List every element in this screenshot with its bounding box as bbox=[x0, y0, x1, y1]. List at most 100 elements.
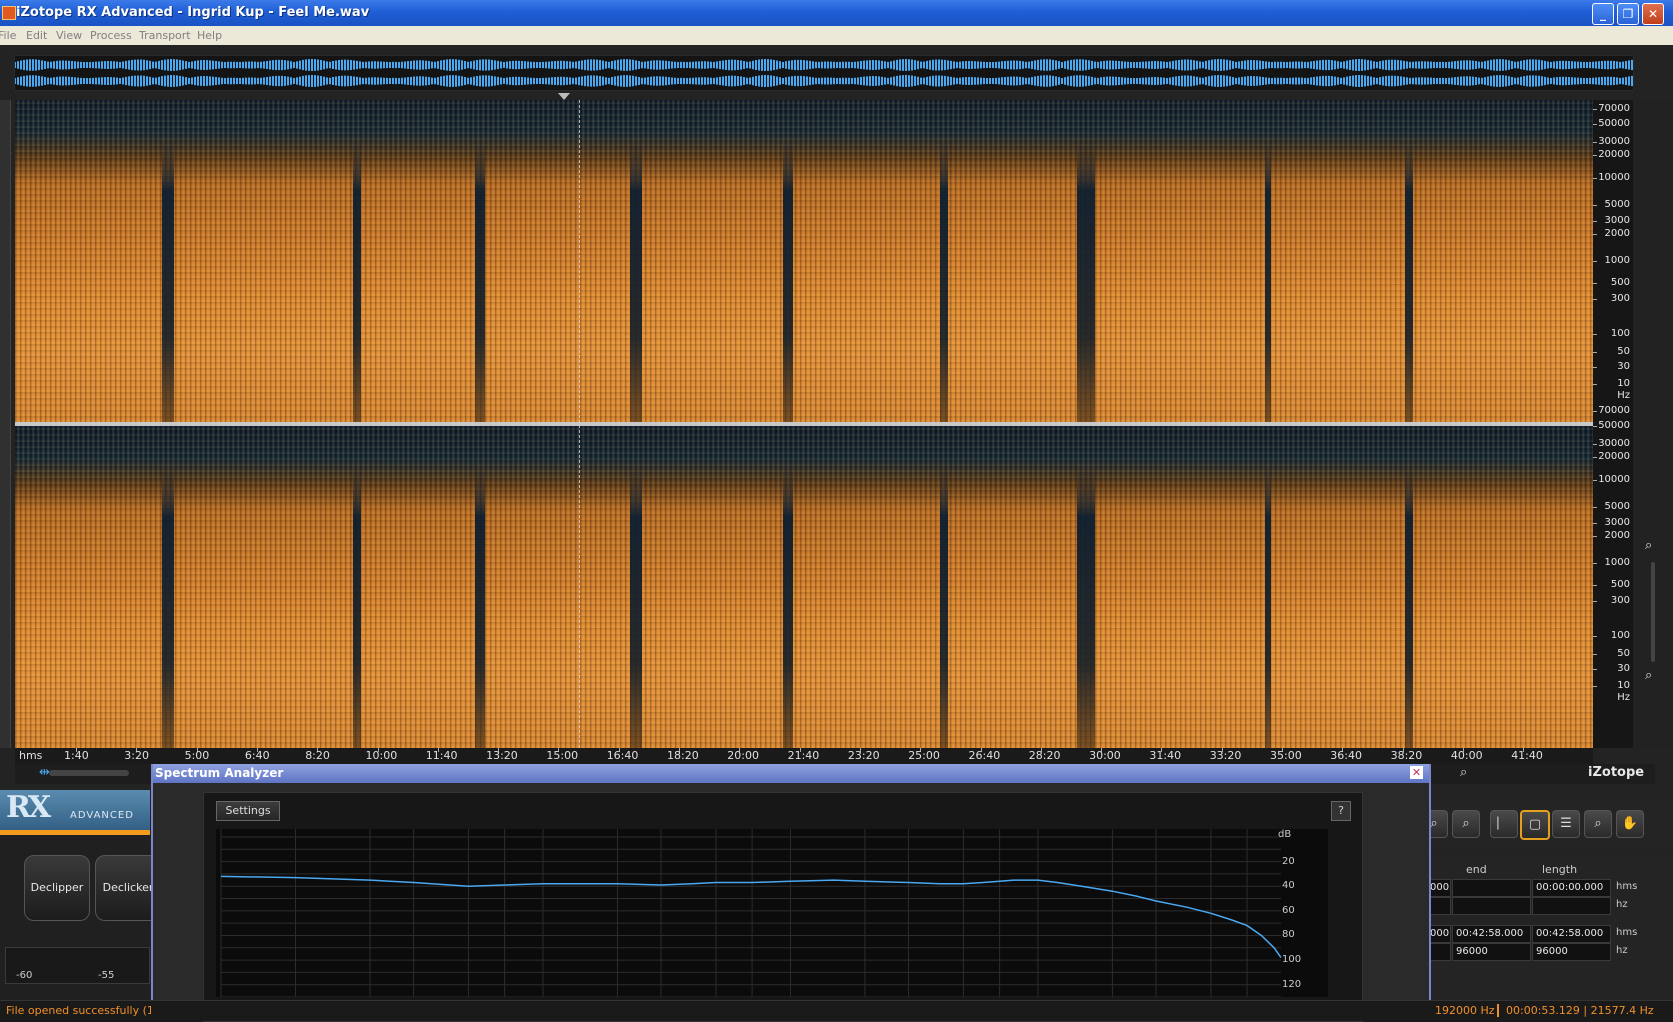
spectrum-line bbox=[220, 875, 1282, 959]
length-field[interactable] bbox=[1532, 897, 1611, 915]
y-tick-label: 60 bbox=[1282, 904, 1295, 916]
freq-tick bbox=[1593, 444, 1597, 445]
zoom-out-icon[interactable]: ⌕ bbox=[1645, 668, 1652, 683]
time-tick-label: 35:00 bbox=[1270, 749, 1302, 762]
freq-tick bbox=[1593, 367, 1597, 368]
zoom-selection-icon[interactable]: ⌕ bbox=[1452, 810, 1480, 838]
freq-tick-label: 10 bbox=[1617, 680, 1630, 691]
freq-tick bbox=[1593, 480, 1597, 481]
spectrogram-gap bbox=[353, 466, 361, 748]
menu-help[interactable]: Help bbox=[197, 29, 222, 42]
spectrogram-gap bbox=[940, 140, 948, 422]
time-tick-label: 36:40 bbox=[1330, 749, 1362, 762]
freq-select-icon[interactable]: ☰ bbox=[1552, 810, 1580, 838]
freq-tick-label: 100 bbox=[1610, 630, 1630, 641]
freq-tick bbox=[1593, 669, 1597, 670]
playhead-line[interactable] bbox=[579, 100, 580, 748]
end-field[interactable] bbox=[1452, 879, 1531, 897]
time-tick-label: 13:20 bbox=[486, 749, 518, 762]
time-tick-label: 31:40 bbox=[1149, 749, 1182, 762]
minimize-button[interactable]: _ bbox=[1592, 3, 1614, 25]
title-bar: iZotope RX Advanced - Ingrid Kup - Feel … bbox=[0, 0, 1673, 26]
end-header: end bbox=[1466, 863, 1487, 876]
analyzer-close-icon[interactable]: ✕ bbox=[1410, 766, 1423, 779]
time-tick-label: 41:40 bbox=[1511, 749, 1543, 762]
freq-tick bbox=[1593, 601, 1597, 602]
menu-edit[interactable]: Edit bbox=[26, 29, 47, 42]
length-field[interactable]: 00:00:00.000 bbox=[1532, 879, 1611, 897]
spectrum-analyzer-window: Spectrum Analyzer ✕ Settings ? dB 20 40 60 8… bbox=[151, 764, 1431, 1022]
channel-right[interactable] bbox=[15, 426, 1593, 748]
rx-edition: ADVANCED bbox=[70, 810, 134, 821]
freq-tick-label: 2000 bbox=[1604, 530, 1630, 541]
menu-process[interactable]: Process bbox=[90, 29, 132, 42]
time-tick-label: 25:00 bbox=[908, 749, 940, 762]
waveform-overview[interactable] bbox=[14, 55, 1634, 91]
unit-label: hms bbox=[1616, 881, 1638, 892]
freq-tick bbox=[1593, 261, 1597, 262]
freq-tick bbox=[1593, 299, 1597, 300]
spectrogram-gap bbox=[475, 466, 485, 748]
length-field[interactable]: 00:42:58.000 bbox=[1532, 925, 1611, 943]
time-select-icon[interactable]: ⎸ bbox=[1490, 810, 1518, 838]
time-tick-label: 28:20 bbox=[1028, 749, 1061, 762]
vertical-zoom-slider[interactable] bbox=[1651, 562, 1655, 662]
end-field[interactable]: 00:42:58.000 bbox=[1452, 925, 1531, 943]
freq-tick bbox=[1593, 457, 1597, 458]
time-tick-label: 16:40 bbox=[606, 749, 639, 762]
time-tick-label: 10:00 bbox=[365, 749, 398, 762]
menu-bar: File Edit View Process Transport Help bbox=[0, 26, 1673, 45]
spectrogram-gap bbox=[1077, 466, 1095, 748]
time-tick-label: 33:20 bbox=[1209, 749, 1242, 762]
end-field[interactable]: 96000 bbox=[1452, 943, 1531, 961]
zoom-search-icon[interactable]: ⌕ bbox=[1460, 765, 1467, 780]
y-tick-label: 80 bbox=[1282, 929, 1295, 941]
freq-tick bbox=[1593, 686, 1597, 687]
unit-label: hz bbox=[1616, 899, 1628, 910]
time-tick-label: 20:00 bbox=[727, 749, 759, 762]
spectrum-chart bbox=[220, 829, 1282, 998]
analyzer-title: Spectrum Analyzer bbox=[155, 766, 284, 780]
freq-unit-label: Hz bbox=[1617, 390, 1630, 401]
end-field[interactable] bbox=[1452, 897, 1531, 915]
help-button[interactable]: ? bbox=[1331, 801, 1351, 821]
time-tick-label: 1:40 bbox=[64, 749, 89, 762]
zoom-in-icon[interactable]: ⌕ bbox=[1645, 538, 1652, 553]
close-button[interactable]: ✕ bbox=[1642, 3, 1664, 25]
rect-select-icon[interactable]: ▢ bbox=[1520, 810, 1550, 840]
freq-tick-label: 50000 bbox=[1598, 118, 1630, 129]
y-tick-label: 20 bbox=[1282, 855, 1295, 867]
y-tick-label: 100 bbox=[1282, 954, 1302, 966]
magnify-icon[interactable]: ⌕ bbox=[1584, 810, 1612, 838]
freq-tick bbox=[1593, 426, 1597, 427]
spectrum-plot: dB 20 40 60 80 100 120 bbox=[216, 829, 1328, 998]
menu-file[interactable]: File bbox=[0, 29, 16, 42]
menu-transport[interactable]: Transport bbox=[139, 29, 191, 42]
settings-button[interactable]: Settings bbox=[216, 801, 280, 821]
horizontal-scrollbar[interactable] bbox=[49, 770, 129, 776]
freq-tick-label: 50 bbox=[1617, 346, 1630, 357]
selection-table: end length 000 00:00:00.000 hms hz 000 0… bbox=[1426, 855, 1673, 1000]
analyzer-title-bar[interactable]: Spectrum Analyzer ✕ bbox=[153, 764, 1429, 783]
restore-button[interactable]: ❐ bbox=[1617, 3, 1639, 25]
freq-tick bbox=[1593, 221, 1597, 222]
spectrogram-gap bbox=[475, 140, 485, 422]
spectrogram-gap bbox=[630, 466, 642, 748]
spectrogram-gap bbox=[162, 140, 174, 422]
declipper-button[interactable]: Declipper bbox=[24, 855, 90, 921]
freq-tick bbox=[1593, 205, 1597, 206]
unit-label: hz bbox=[1616, 945, 1628, 956]
meter-label: -55 bbox=[98, 970, 115, 981]
freq-tick bbox=[1593, 523, 1597, 524]
freq-tick-label: 3000 bbox=[1604, 517, 1630, 528]
spectrogram-view[interactable] bbox=[15, 100, 1593, 748]
freq-tick-label: 30000 bbox=[1598, 136, 1630, 147]
rx-logo: RX ADVANCED bbox=[0, 790, 150, 835]
playhead-marker[interactable] bbox=[558, 93, 570, 100]
spectrogram-gap bbox=[1077, 140, 1095, 422]
freq-unit-label: Hz bbox=[1617, 692, 1630, 703]
menu-view[interactable]: View bbox=[56, 29, 82, 42]
hand-icon[interactable]: ✋ bbox=[1616, 810, 1644, 838]
channel-left[interactable] bbox=[15, 100, 1593, 422]
length-field[interactable]: 96000 bbox=[1532, 943, 1611, 961]
